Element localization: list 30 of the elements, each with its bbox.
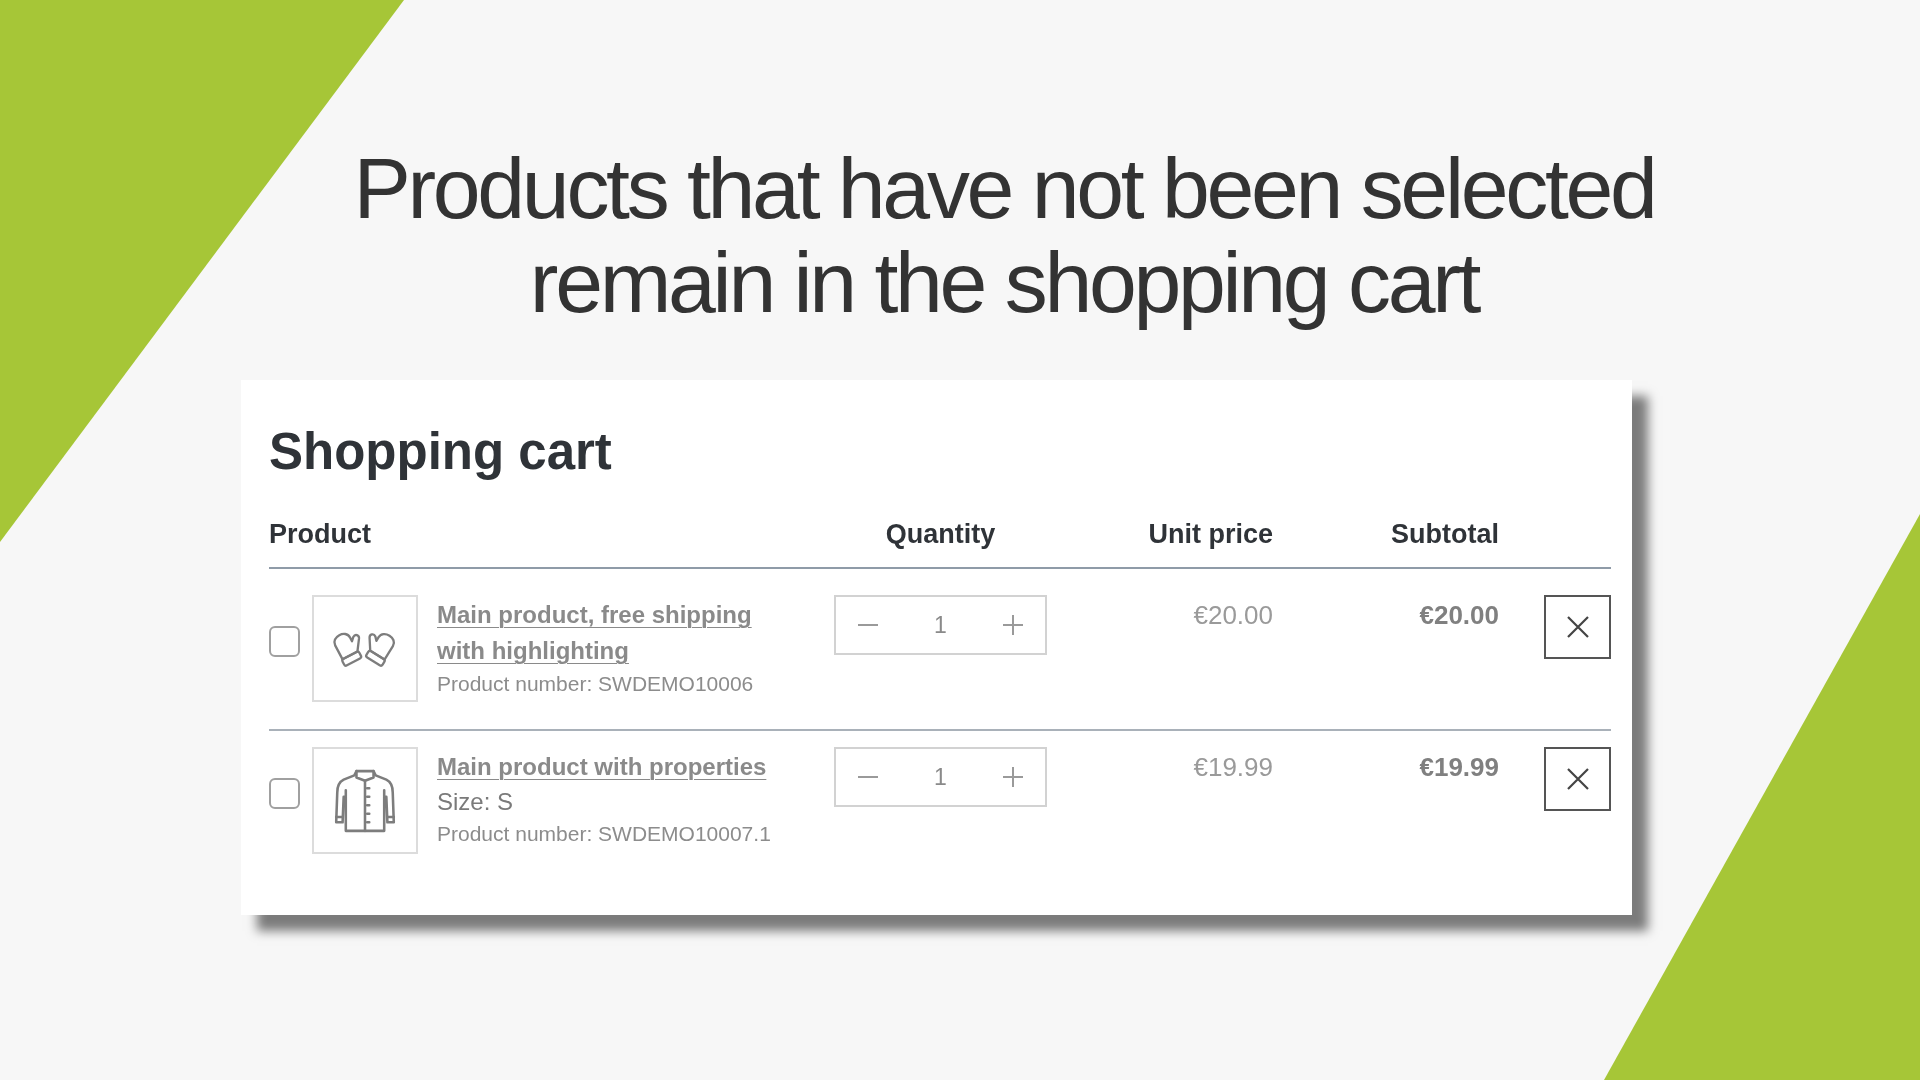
subtotal-price: €19.99 (1419, 751, 1499, 784)
checkbox[interactable] (269, 778, 300, 809)
page-title: Products that have not been selected remain in the shopping cart (352, 141, 1656, 329)
jacket-icon (334, 768, 396, 833)
remove-button[interactable] (1544, 595, 1611, 659)
cart-title: Shopping cart (269, 422, 613, 482)
remove-button[interactable] (1544, 747, 1611, 811)
close-icon (1566, 768, 1589, 790)
column-header: Unit price (1148, 518, 1273, 550)
plus-icon (1003, 615, 1023, 635)
minus-icon (858, 776, 878, 778)
column-header: Product (269, 518, 371, 550)
product-number: Product number: SWDEMO10007.1 (437, 821, 771, 847)
product-name-link[interactable]: Main product, free shipping with highlighting (437, 597, 787, 669)
unit-price: €19.99 (1193, 751, 1273, 784)
column-header: Subtotal (1391, 518, 1499, 550)
checkbox[interactable] (269, 626, 300, 657)
product-name-link[interactable]: Main product with properties (437, 749, 767, 785)
quantity-field[interactable]: 1 (910, 611, 971, 639)
minus-icon (858, 624, 878, 626)
product-property: Size: S (437, 787, 515, 817)
close-icon (1566, 616, 1589, 638)
plus-icon (1003, 767, 1023, 787)
column-header: Quantity (885, 518, 996, 550)
product-number: Product number: SWDEMO10006 (437, 671, 755, 697)
subtotal-price: €20.00 (1419, 599, 1499, 632)
increase-button[interactable] (1001, 765, 1025, 789)
unit-price: €20.00 (1193, 599, 1273, 632)
increase-button[interactable] (1001, 613, 1025, 637)
quantity-field[interactable]: 1 (910, 763, 971, 791)
